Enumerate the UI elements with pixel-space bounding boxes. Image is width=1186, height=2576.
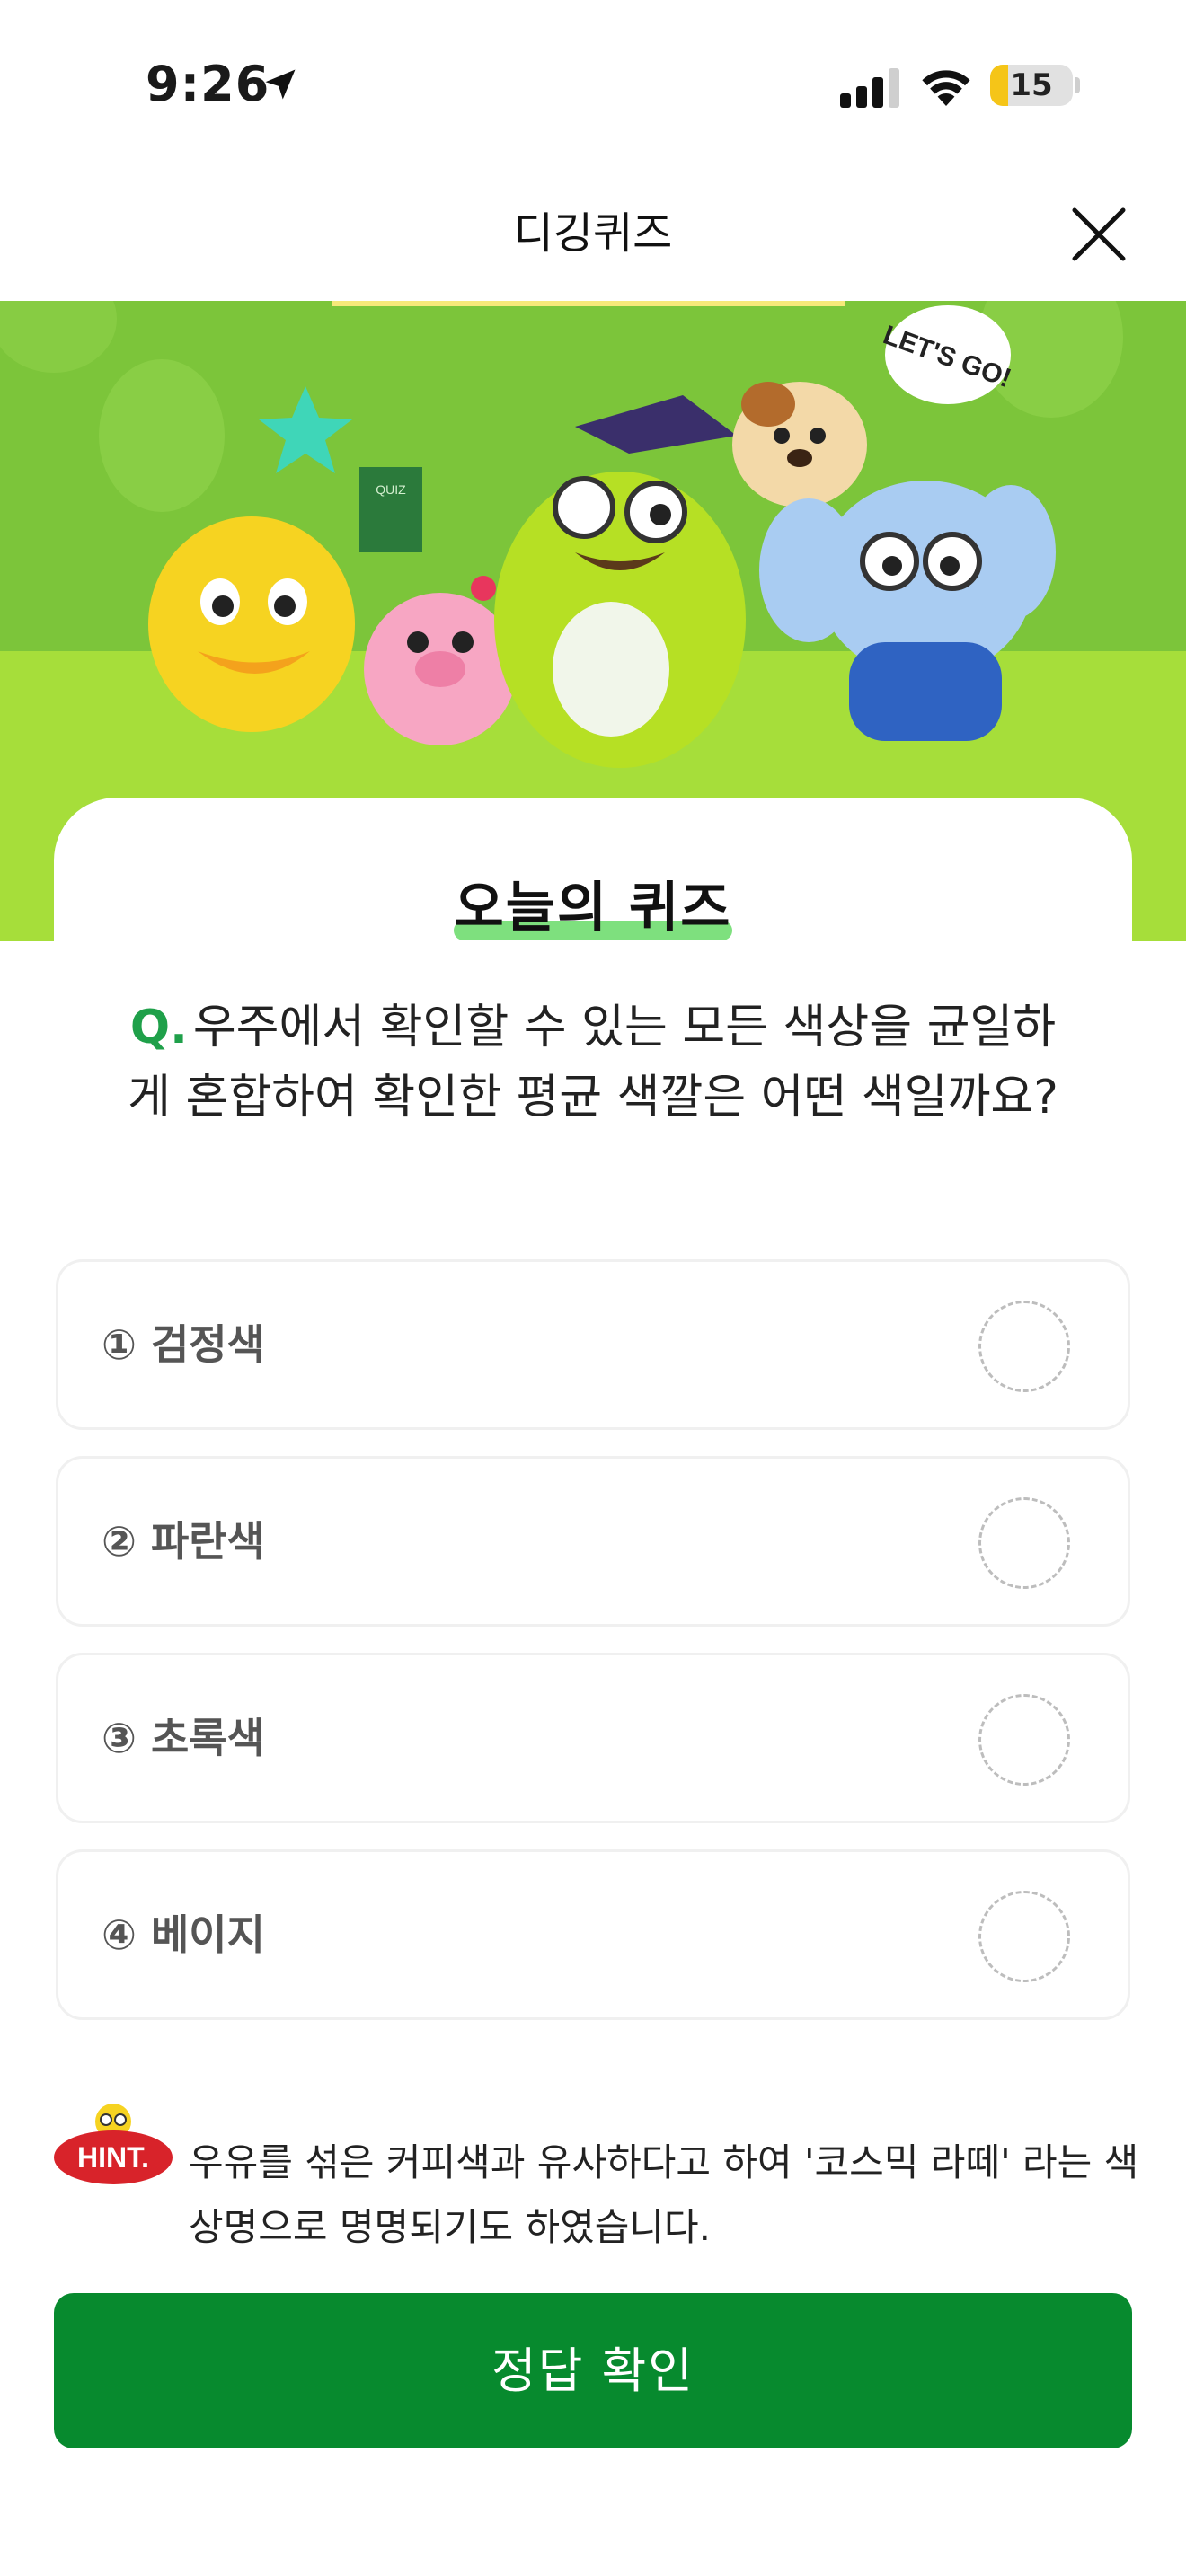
- option-3[interactable]: ③ 초록색: [56, 1653, 1130, 1823]
- hint-badge-icon: HINT.: [54, 2104, 173, 2184]
- page-title: 디깅퀴즈: [513, 208, 673, 259]
- option-radio[interactable]: [978, 1891, 1070, 1982]
- hint-text: 우유를 섞은 커피색과 유사하다고 하여 '코스믹 라떼' 라는 색상명으로 명…: [189, 2140, 1139, 2249]
- wifi-icon: [922, 70, 970, 106]
- option-2[interactable]: ② 파란색: [56, 1456, 1130, 1627]
- battery-indicator: 15: [990, 65, 1073, 106]
- option-label: ④ 베이지: [102, 1910, 265, 1959]
- question-text: Q. 우주에서 확인할 수 있는 모든 색상을 균일하게 혼합하여 확인한 평균 …: [126, 992, 1060, 1133]
- battery-level: 15: [1010, 67, 1053, 103]
- option-1[interactable]: ① 검정색: [56, 1259, 1130, 1430]
- option-label: ② 파란색: [102, 1517, 265, 1566]
- cellular-signal-icon: [840, 68, 899, 108]
- option-radio[interactable]: [978, 1497, 1070, 1589]
- clock-time: 9:26: [146, 56, 270, 112]
- question-body: 우주에서 확인할 수 있는 모든 색상을 균일하게 혼합하여 확인한 평균 색깔…: [128, 1001, 1058, 1125]
- page-header: 디깅퀴즈: [0, 180, 1186, 301]
- location-arrow-icon: [265, 69, 296, 100]
- question-prefix: Q.: [129, 1001, 188, 1054]
- option-radio[interactable]: [978, 1694, 1070, 1786]
- book-label: QUIZ: [376, 482, 406, 497]
- status-bar: 9:26 15: [0, 0, 1186, 171]
- quiz-heading-text: 오늘의 퀴즈: [454, 877, 732, 940]
- quiz-heading: 오늘의 퀴즈: [0, 864, 1186, 942]
- option-label: ③ 초록색: [102, 1714, 265, 1762]
- hint-badge-text: HINT.: [77, 2141, 149, 2174]
- battery-cap: [1075, 77, 1080, 93]
- option-4[interactable]: ④ 베이지: [56, 1849, 1130, 2020]
- close-icon[interactable]: [1067, 203, 1130, 266]
- option-radio[interactable]: [978, 1301, 1070, 1392]
- option-label: ① 검정색: [102, 1320, 265, 1369]
- check-answer-button[interactable]: 정답 확인: [54, 2293, 1132, 2448]
